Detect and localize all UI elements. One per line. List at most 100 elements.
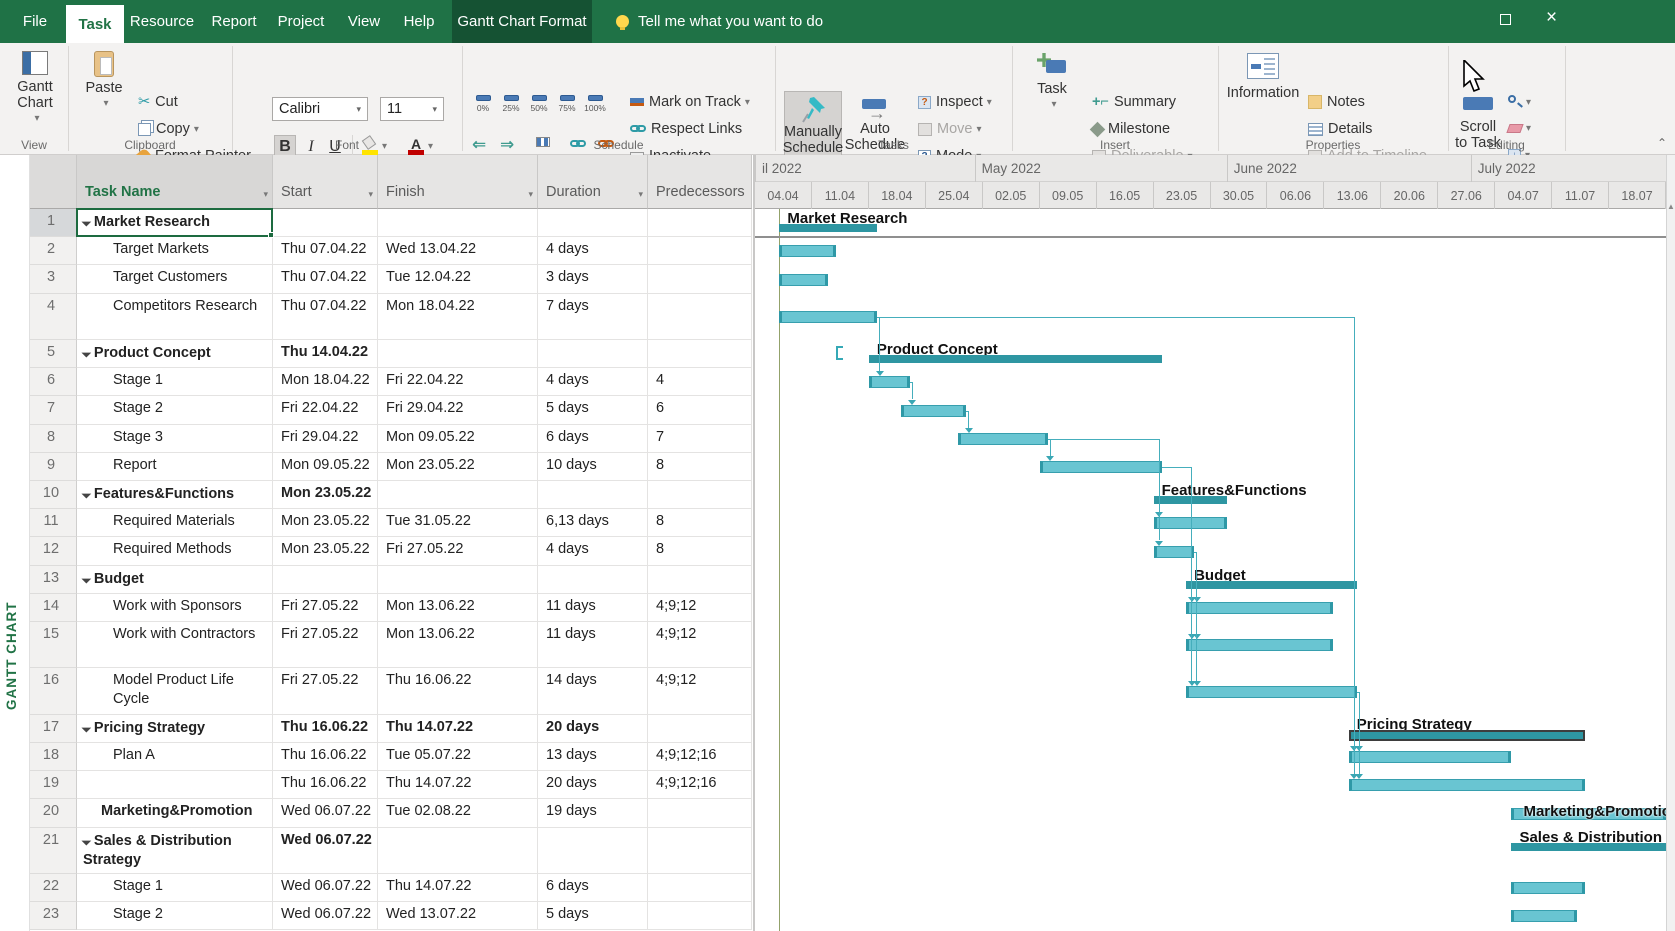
cell-task-name[interactable]: Model Product Life Cycle bbox=[77, 668, 273, 714]
ribbon-tab-report[interactable]: Report bbox=[202, 0, 266, 43]
collapse-triangle-icon[interactable]: ◢ bbox=[77, 831, 95, 849]
insert-summary-button[interactable]: +⌐ Summary bbox=[1092, 94, 1176, 110]
cell-finish[interactable]: Fri 29.04.22 bbox=[378, 396, 538, 424]
table-row[interactable]: 23Stage 2Wed 06.07.22Wed 13.07.225 days bbox=[30, 902, 753, 930]
table-row[interactable]: 9ReportMon 09.05.22Mon 23.05.2210 days8 bbox=[30, 453, 753, 481]
ribbon-tab-resource[interactable]: Resource bbox=[126, 0, 198, 43]
cell-task-name[interactable]: Plan A bbox=[77, 743, 273, 771]
table-row[interactable]: 12Required MethodsMon 23.05.22Fri 27.05.… bbox=[30, 537, 753, 565]
summary-bar[interactable] bbox=[1186, 581, 1357, 589]
respect-links-button[interactable]: Respect Links bbox=[630, 121, 742, 137]
percent-100-button[interactable]: 100% bbox=[582, 95, 608, 113]
ribbon-tab-project[interactable]: Project bbox=[268, 0, 334, 43]
cell-duration[interactable]: 3 days bbox=[538, 265, 648, 293]
cell-start[interactable]: Thu 07.04.22 bbox=[273, 294, 378, 340]
cell-pred[interactable]: 4;9;12;16 bbox=[648, 771, 752, 799]
cell-task-name[interactable]: Stage 2 bbox=[77, 902, 273, 930]
filter-dropdown-icon[interactable]: ▾ bbox=[263, 189, 268, 200]
cell-duration[interactable] bbox=[538, 566, 648, 594]
table-row[interactable]: 18Plan AThu 16.06.22Tue 05.07.2213 days4… bbox=[30, 743, 753, 771]
cell-start[interactable]: Fri 22.04.22 bbox=[273, 396, 378, 424]
task-bar[interactable] bbox=[1349, 751, 1512, 763]
row-number[interactable]: 21 bbox=[30, 828, 77, 874]
cell-task-name[interactable]: Stage 2 bbox=[77, 396, 273, 424]
paste-button[interactable]: Paste ▾ bbox=[80, 51, 128, 112]
row-number[interactable]: 23 bbox=[30, 902, 77, 930]
task-bar[interactable] bbox=[779, 311, 877, 323]
cell-finish[interactable]: Thu 14.07.22 bbox=[378, 771, 538, 799]
row-number[interactable]: 19 bbox=[30, 771, 77, 799]
column-header-finish[interactable]: Finish▾ bbox=[378, 155, 538, 209]
table-row[interactable]: 17◢Pricing StrategyThu 16.06.22Thu 14.07… bbox=[30, 715, 753, 743]
cell-task-name[interactable]: Report bbox=[77, 453, 273, 481]
cell-pred[interactable] bbox=[648, 481, 752, 509]
cell-task-name[interactable]: Target Markets bbox=[77, 237, 273, 265]
table-row[interactable]: 8Stage 3Fri 29.04.22Mon 09.05.226 days7 bbox=[30, 425, 753, 453]
cell-pred[interactable]: 8 bbox=[648, 453, 752, 481]
row-number[interactable]: 6 bbox=[30, 368, 77, 396]
cell-duration[interactable]: 11 days bbox=[538, 594, 648, 622]
cell-task-name[interactable]: Stage 1 bbox=[77, 368, 273, 396]
cell-duration[interactable] bbox=[538, 209, 648, 237]
table-row[interactable]: 11Required MaterialsMon 23.05.22Tue 31.0… bbox=[30, 509, 753, 537]
percent-25-button[interactable]: 25% bbox=[498, 95, 524, 113]
cell-start[interactable]: Thu 07.04.22 bbox=[273, 265, 378, 293]
cell-finish[interactable]: Mon 09.05.22 bbox=[378, 425, 538, 453]
cell-duration[interactable]: 5 days bbox=[538, 902, 648, 930]
cell-task-name[interactable] bbox=[77, 771, 273, 799]
table-row[interactable]: 19Thu 16.06.22Thu 14.07.2220 days4;9;12;… bbox=[30, 771, 753, 799]
row-number[interactable]: 8 bbox=[30, 425, 77, 453]
cell-pred[interactable]: 7 bbox=[648, 425, 752, 453]
close-window-button[interactable]: × bbox=[1546, 8, 1557, 28]
font-size-select[interactable]: 11▾ bbox=[380, 97, 444, 121]
cell-duration[interactable]: 14 days bbox=[538, 668, 648, 714]
cell-start[interactable]: Thu 14.04.22 bbox=[273, 340, 378, 368]
cell-pred[interactable] bbox=[648, 828, 752, 874]
cell-finish[interactable]: Wed 13.04.22 bbox=[378, 237, 538, 265]
cell-start[interactable]: Fri 29.04.22 bbox=[273, 425, 378, 453]
cell-task-name[interactable]: Stage 1 bbox=[77, 874, 273, 902]
cell-pred[interactable] bbox=[648, 902, 752, 930]
cell-pred[interactable] bbox=[648, 566, 752, 594]
mark-on-track-button[interactable]: Mark on Track ▾ bbox=[630, 94, 750, 110]
table-row[interactable]: 6Stage 1Mon 18.04.22Fri 22.04.224 days4 bbox=[30, 368, 753, 396]
summary-bar[interactable] bbox=[869, 355, 1162, 363]
cell-start[interactable]: Wed 06.07.22 bbox=[273, 828, 378, 874]
cell-pred[interactable]: 4;9;12 bbox=[648, 594, 752, 622]
row-number[interactable]: 10 bbox=[30, 481, 77, 509]
cell-task-name[interactable]: ◢Features&Functions bbox=[77, 481, 273, 509]
cell-finish[interactable]: Mon 23.05.22 bbox=[378, 453, 538, 481]
task-bar[interactable] bbox=[1186, 602, 1332, 614]
row-number[interactable]: 7 bbox=[30, 396, 77, 424]
insert-task-button[interactable]: Task ▾ bbox=[1024, 51, 1080, 113]
percent-75-button[interactable]: 75% bbox=[554, 95, 580, 113]
table-row[interactable]: 16Model Product Life CycleFri 27.05.22Th… bbox=[30, 668, 753, 714]
notes-button[interactable]: Notes bbox=[1308, 94, 1365, 110]
percent-0-button[interactable]: 0% bbox=[470, 95, 496, 113]
cell-duration[interactable] bbox=[538, 340, 648, 368]
cell-duration[interactable] bbox=[538, 481, 648, 509]
cell-finish[interactable]: Mon 13.06.22 bbox=[378, 622, 538, 668]
cell-task-name[interactable]: Work with Contractors bbox=[77, 622, 273, 668]
task-bar[interactable] bbox=[1511, 882, 1584, 894]
cell-start[interactable]: Mon 09.05.22 bbox=[273, 453, 378, 481]
gantt-chart-pane[interactable]: il 2022May 2022June 2022July 2022 04.041… bbox=[753, 155, 1666, 931]
cell-duration[interactable]: 7 days bbox=[538, 294, 648, 340]
collapse-triangle-icon[interactable]: ◢ bbox=[77, 569, 95, 587]
cell-pred[interactable] bbox=[648, 715, 752, 743]
task-bar[interactable] bbox=[1186, 686, 1357, 698]
task-bar[interactable] bbox=[1186, 639, 1332, 651]
cell-task-name[interactable]: Required Methods bbox=[77, 537, 273, 565]
cell-finish[interactable]: Tue 05.07.22 bbox=[378, 743, 538, 771]
collapse-ribbon-button[interactable]: ⌃ bbox=[1657, 136, 1667, 150]
collapse-triangle-icon[interactable]: ◢ bbox=[77, 343, 95, 361]
cell-pred[interactable]: 4 bbox=[648, 368, 752, 396]
cell-duration[interactable]: 20 days bbox=[538, 715, 648, 743]
cell-start[interactable]: Fri 27.05.22 bbox=[273, 622, 378, 668]
cell-pred[interactable] bbox=[648, 237, 752, 265]
task-bar[interactable] bbox=[1511, 910, 1576, 922]
cell-task-name[interactable]: ◢Pricing Strategy bbox=[77, 715, 273, 743]
cell-start[interactable]: Wed 06.07.22 bbox=[273, 874, 378, 902]
cell-pred[interactable] bbox=[648, 799, 752, 827]
row-number[interactable]: 17 bbox=[30, 715, 77, 743]
